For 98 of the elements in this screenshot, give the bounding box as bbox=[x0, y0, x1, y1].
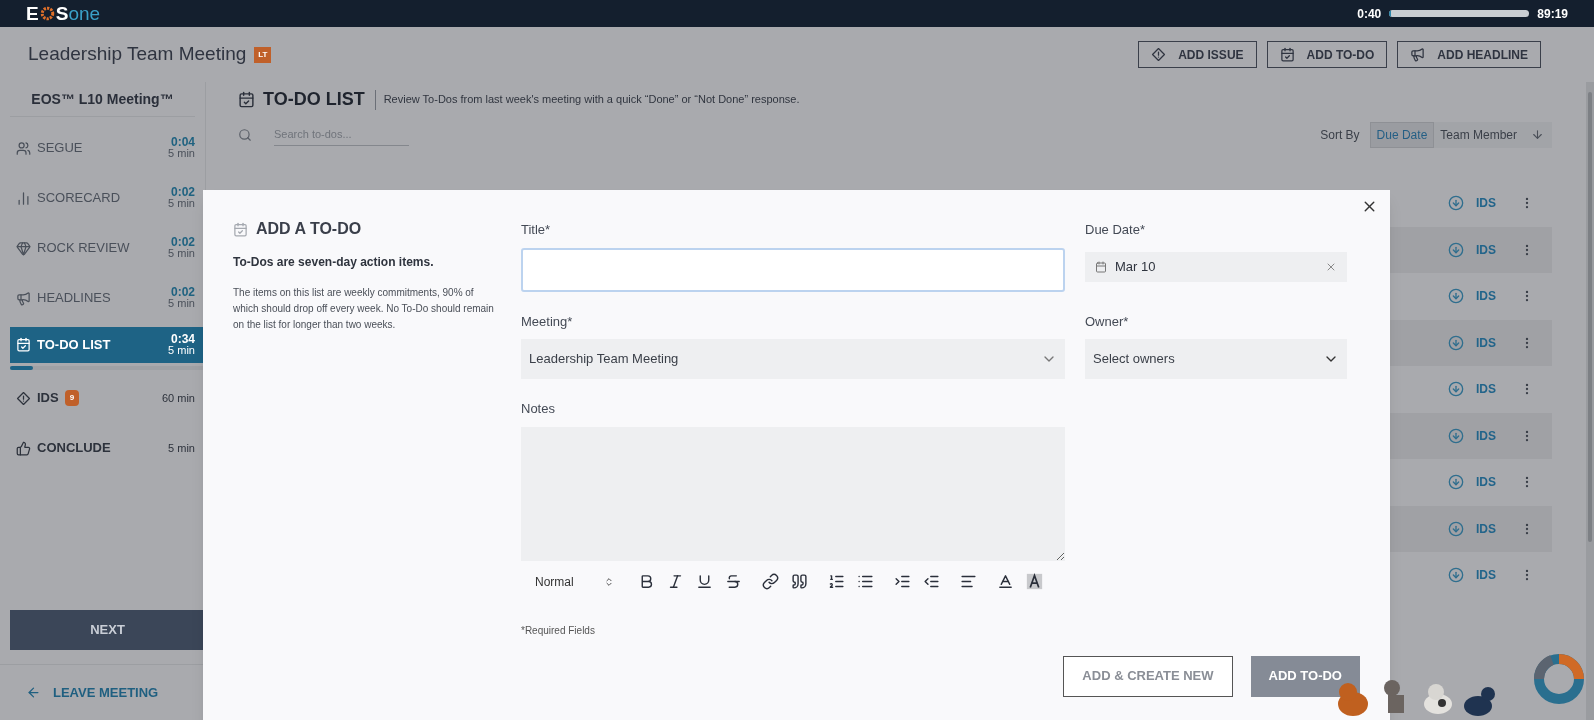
notes-field[interactable] bbox=[521, 426, 1065, 561]
gem-icon bbox=[16, 240, 31, 256]
thumbs-up-icon bbox=[16, 440, 31, 456]
duration: 5 min bbox=[168, 248, 195, 259]
ids-link[interactable]: IDS bbox=[1476, 473, 1508, 492]
sidebar-title: EOS™ L10 Meeting™ bbox=[31, 89, 174, 109]
owner-select[interactable]: Select owners bbox=[1085, 339, 1347, 379]
add-and-create-new-button[interactable]: ADD & CREATE NEW bbox=[1063, 655, 1233, 697]
calendar-check-icon bbox=[1279, 47, 1295, 62]
move-down-icon[interactable] bbox=[1448, 288, 1464, 305]
ids-link[interactable]: IDS bbox=[1476, 380, 1508, 399]
up-down-icon bbox=[603, 576, 614, 587]
elapsed-time: 0:40 bbox=[1357, 5, 1382, 23]
move-down-icon[interactable] bbox=[1448, 474, 1464, 491]
diamond-alert-icon bbox=[16, 390, 31, 406]
agenda-item[interactable]: TO-DO LIST 0:34 5 min bbox=[10, 326, 205, 363]
calendar-check-icon bbox=[238, 91, 255, 108]
align-icon[interactable] bbox=[959, 573, 977, 590]
duration: 5 min bbox=[168, 344, 195, 356]
agenda-item[interactable]: IDS 9 60 min bbox=[10, 380, 205, 416]
sort-direction-icon[interactable] bbox=[1531, 128, 1544, 141]
agenda-item[interactable]: SCORECARD 0:02 5 min bbox=[10, 180, 205, 216]
dialog-title: ADD A TO-DO bbox=[256, 219, 362, 239]
sort-label: Sort By bbox=[1320, 126, 1360, 144]
ids-link[interactable]: IDS bbox=[1476, 287, 1508, 306]
count-badge: 9 bbox=[64, 390, 80, 406]
remaining-time: 89:19 bbox=[1537, 5, 1568, 23]
back-arrow-icon bbox=[26, 685, 41, 700]
agenda-item[interactable]: ROCK REVIEW 0:02 5 min bbox=[10, 230, 205, 266]
megaphone-icon bbox=[1410, 47, 1426, 62]
ids-link[interactable]: IDS bbox=[1476, 333, 1508, 352]
meeting-select[interactable]: Leadership Team Meeting bbox=[521, 339, 1065, 379]
required-fields-note: *Required Fields bbox=[521, 623, 596, 638]
field-label: Notes bbox=[521, 400, 556, 418]
leave-meeting-button[interactable]: LEAVE MEETING bbox=[0, 665, 205, 720]
link-icon[interactable] bbox=[761, 573, 779, 590]
duration: 5 min bbox=[168, 298, 195, 309]
title-field[interactable] bbox=[521, 247, 1065, 292]
search-field[interactable]: Search to-dos... bbox=[274, 123, 409, 146]
sort-option[interactable]: Team Member bbox=[1434, 121, 1523, 148]
quote-icon[interactable] bbox=[790, 573, 808, 590]
text-color-icon[interactable] bbox=[996, 573, 1014, 590]
field-label: Title* bbox=[521, 221, 552, 239]
dialog-description: The items on this list are weekly commitments, 90% of which should drop off every week. No To-Do should remain on the list for longer than two weeks. bbox=[233, 286, 495, 332]
section-title: TO-DO LIST bbox=[263, 88, 365, 111]
ids-link[interactable]: IDS bbox=[1476, 194, 1508, 213]
calendar-icon bbox=[1095, 260, 1107, 273]
meeting-badge: LT bbox=[254, 46, 272, 63]
next-button[interactable]: NEXT bbox=[10, 610, 205, 650]
dialog-subtitle: To-Dos are seven-day action items. bbox=[233, 254, 435, 271]
move-down-icon[interactable] bbox=[1448, 195, 1464, 212]
search-icon bbox=[238, 127, 252, 142]
header-action-button[interactable]: ADD TO-DO bbox=[1266, 41, 1388, 68]
elapsed-time: 0:02 bbox=[170, 287, 195, 298]
section-description: Review To-Dos from last week's meeting with a quick “Done” or “Not Done” response. bbox=[383, 92, 800, 108]
chart-icon bbox=[16, 190, 31, 206]
duration: 5 min bbox=[168, 148, 195, 159]
diamond-alert-icon bbox=[1151, 47, 1167, 62]
bullet-list-icon[interactable] bbox=[856, 573, 874, 590]
sun-logo-icon bbox=[39, 6, 55, 21]
field-label: Due Date* bbox=[1085, 221, 1146, 239]
elapsed-time: 0:02 bbox=[170, 237, 195, 248]
format-select[interactable]: Normal bbox=[535, 572, 614, 591]
meeting-title: Leadership Team Meeting bbox=[28, 42, 247, 67]
add-todo-button[interactable]: ADD TO-DO bbox=[1250, 655, 1360, 697]
duration: 5 min bbox=[168, 442, 195, 454]
elapsed-time: 0:02 bbox=[170, 187, 195, 198]
underline-icon[interactable] bbox=[695, 573, 713, 590]
elapsed-time: 0:34 bbox=[170, 333, 195, 345]
agenda-item[interactable]: CONCLUDE 5 min bbox=[10, 430, 205, 466]
outdent-icon[interactable] bbox=[922, 573, 940, 590]
ids-link[interactable]: IDS bbox=[1476, 240, 1508, 259]
move-down-icon[interactable] bbox=[1448, 381, 1464, 398]
calendar-check-icon bbox=[233, 221, 248, 237]
elapsed-time: 0:04 bbox=[170, 137, 195, 148]
ring-icon[interactable] bbox=[1532, 652, 1586, 706]
strikethrough-icon[interactable] bbox=[724, 573, 742, 590]
users-icon bbox=[16, 140, 31, 156]
indent-icon[interactable] bbox=[893, 573, 911, 590]
header-action-button[interactable]: ADD HEADLINE bbox=[1397, 41, 1541, 68]
header-action-button[interactable]: ADD ISSUE bbox=[1138, 41, 1257, 68]
megaphone-icon bbox=[16, 290, 31, 306]
numbered-list-icon[interactable] bbox=[827, 573, 845, 590]
duration: 60 min bbox=[161, 392, 195, 404]
ids-link[interactable]: IDS bbox=[1476, 426, 1508, 445]
highlight-color-icon[interactable] bbox=[1025, 573, 1043, 590]
ids-link[interactable]: IDS bbox=[1476, 566, 1508, 585]
due-date-field[interactable]: Mar 10 bbox=[1085, 251, 1347, 282]
calendar-check-icon bbox=[16, 337, 31, 352]
logo: E Sone bbox=[26, 4, 101, 23]
move-down-icon[interactable] bbox=[1448, 567, 1464, 584]
field-label: Meeting* bbox=[521, 312, 574, 331]
field-label: Owner* bbox=[1085, 312, 1130, 331]
agenda-item[interactable]: SEGUE 0:04 5 min bbox=[10, 130, 205, 166]
ids-link[interactable]: IDS bbox=[1476, 519, 1508, 538]
agenda-item[interactable]: HEADLINES 0:02 5 min bbox=[10, 280, 205, 316]
sort-option[interactable]: Due Date bbox=[1369, 121, 1435, 148]
duration: 5 min bbox=[168, 198, 195, 209]
